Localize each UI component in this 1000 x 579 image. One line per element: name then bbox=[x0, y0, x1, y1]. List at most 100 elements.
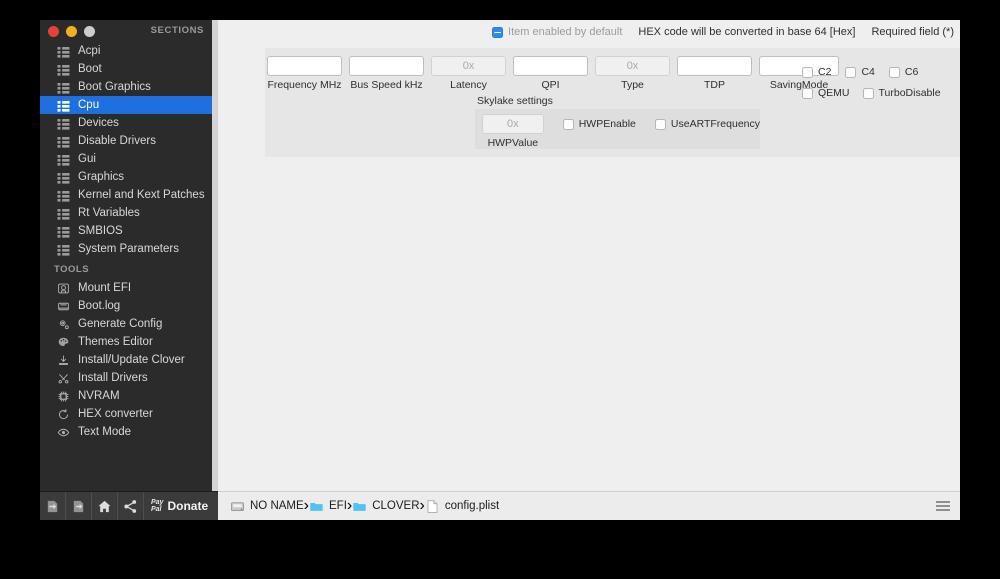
list-icon bbox=[57, 136, 69, 148]
close-button[interactable] bbox=[48, 26, 59, 37]
tool-item-generate-config[interactable]: Generate Config bbox=[40, 315, 212, 333]
qemu-checkbox[interactable]: QEMU bbox=[802, 87, 850, 99]
bus-speed-khz-label: Bus Speed kHz bbox=[350, 79, 423, 91]
tool-item-label: Boot.log bbox=[78, 300, 121, 312]
breadcrumb-item-efi[interactable]: EFI bbox=[309, 499, 347, 514]
list-icon bbox=[56, 62, 70, 76]
frequency-mhz-input[interactable] bbox=[267, 56, 342, 76]
tool-item-nvram[interactable]: NVRAM bbox=[40, 387, 212, 405]
sections-header: SECTIONS bbox=[150, 25, 204, 36]
c2-checkbox[interactable]: C2 bbox=[802, 66, 831, 78]
path-bar: NO NAME › EFI › CLOVER › config.plist bbox=[218, 491, 960, 520]
breadcrumb-item-clover[interactable]: CLOVER bbox=[352, 499, 420, 514]
sidebar-item-label: Graphics bbox=[78, 171, 125, 183]
share-button[interactable] bbox=[118, 491, 144, 520]
checkbox-icon bbox=[802, 87, 813, 99]
tool-item-label: Install Drivers bbox=[78, 372, 148, 384]
sidebar-item-label: Gui bbox=[78, 153, 96, 165]
list-icon bbox=[56, 152, 70, 166]
disk-mount-icon bbox=[56, 281, 70, 295]
required-field-note: Required field (*) bbox=[871, 26, 954, 38]
tool-item-hex-converter[interactable]: HEX converter bbox=[40, 405, 212, 423]
frequency-mhz-field: Frequency MHz bbox=[267, 56, 342, 91]
sidebar-item-graphics[interactable]: Graphics bbox=[40, 168, 212, 186]
donate-label: Donate bbox=[167, 499, 209, 513]
type-label: Type bbox=[621, 79, 644, 91]
tool-item-boot-log[interactable]: Boot.log bbox=[40, 297, 212, 315]
chip-icon bbox=[58, 391, 68, 401]
item-enabled-by-default-label: Item enabled by default bbox=[508, 26, 623, 38]
sidebar-item-devices[interactable]: Devices bbox=[40, 114, 212, 132]
sidebar-item-boot[interactable]: Boot bbox=[40, 60, 212, 78]
hwpvalue-label: HWPValue bbox=[487, 137, 539, 149]
titlebar: SECTIONS bbox=[40, 20, 212, 42]
sidebar-item-boot-graphics[interactable]: Boot Graphics bbox=[40, 78, 212, 96]
breadcrumb-item-config-plist[interactable]: config.plist bbox=[425, 499, 499, 514]
clover-configurator-window: SECTIONS Acpi Boot Boot Graphics Cpu Devices… bbox=[40, 20, 960, 520]
file-icon bbox=[427, 499, 438, 513]
hwpvalue-input[interactable] bbox=[482, 114, 544, 134]
sidebar-item-cpu[interactable]: Cpu bbox=[40, 96, 212, 114]
tool-item-text-mode[interactable]: Text Mode bbox=[40, 423, 212, 441]
export-button[interactable] bbox=[66, 491, 92, 520]
sidebar-item-acpi[interactable]: Acpi bbox=[40, 42, 212, 60]
sidebar-item-label: Cpu bbox=[78, 99, 100, 111]
minimize-button[interactable] bbox=[66, 26, 77, 37]
refresh-icon bbox=[56, 407, 70, 421]
list-icon bbox=[56, 170, 70, 184]
list-icon bbox=[56, 116, 70, 130]
checkbox-icon bbox=[562, 118, 574, 130]
log-file-icon bbox=[56, 299, 70, 313]
tool-item-label: Themes Editor bbox=[78, 336, 153, 348]
list-icon bbox=[57, 82, 69, 94]
tool-item-label: Generate Config bbox=[78, 318, 163, 330]
tool-item-install-drivers[interactable]: Install Drivers bbox=[40, 369, 212, 387]
qpi-input[interactable] bbox=[513, 56, 588, 76]
donate-button[interactable]: Pay Pal Donate bbox=[144, 492, 214, 521]
disk-mount-icon bbox=[57, 283, 69, 293]
sidebar-item-rt-variables[interactable]: Rt Variables bbox=[40, 204, 212, 222]
tool-item-install-update-clover[interactable]: Install/Update Clover bbox=[40, 351, 212, 369]
c6-checkbox[interactable]: C6 bbox=[888, 66, 918, 78]
latency-input[interactable] bbox=[431, 56, 506, 76]
useartfrequency-checkbox[interactable]: UseARTFrequency bbox=[654, 118, 760, 130]
sidebar-item-gui[interactable]: Gui bbox=[40, 150, 212, 168]
tdp-label: TDP bbox=[704, 79, 725, 91]
hamburger-icon[interactable] bbox=[936, 501, 950, 511]
home-button[interactable] bbox=[92, 491, 118, 520]
sidebar-item-label: System Parameters bbox=[78, 243, 179, 255]
tool-item-themes-editor[interactable]: Themes Editor bbox=[40, 333, 212, 351]
tdp-input[interactable] bbox=[677, 56, 752, 76]
item-enabled-by-default-legend: Item enabled by default bbox=[492, 26, 622, 38]
tools-list: Mount EFI Boot.log Generate Config Theme… bbox=[40, 279, 212, 441]
sidebar-item-kernel-and-kext-patches[interactable]: Kernel and Kext Patches bbox=[40, 186, 212, 204]
import-icon bbox=[47, 500, 58, 512]
useartfrequency-label: UseARTFrequency bbox=[670, 118, 760, 130]
paypal-logo: Pay Pal bbox=[151, 499, 163, 513]
tool-item-mount-efi[interactable]: Mount EFI bbox=[40, 279, 212, 297]
bus-speed-khz-input[interactable] bbox=[349, 56, 424, 76]
import-button[interactable] bbox=[40, 491, 66, 520]
type-field: Type bbox=[595, 56, 670, 91]
sidebar-item-system-parameters[interactable]: System Parameters bbox=[40, 240, 212, 258]
sidebar-bottom-toolbar: Pay Pal Donate bbox=[40, 491, 218, 520]
list-icon bbox=[56, 242, 70, 256]
list-icon bbox=[56, 44, 70, 58]
checkbox-icon bbox=[802, 66, 813, 78]
download-icon bbox=[58, 355, 68, 365]
tools-icon bbox=[56, 371, 70, 385]
latency-label: Latency bbox=[450, 79, 487, 91]
tool-item-label: Install/Update Clover bbox=[78, 354, 185, 366]
qpi-label: QPI bbox=[541, 79, 560, 91]
list-icon bbox=[57, 100, 69, 112]
c4-checkbox[interactable]: C4 bbox=[845, 66, 875, 78]
list-icon bbox=[57, 226, 69, 238]
sidebar-item-disable-drivers[interactable]: Disable Drivers bbox=[40, 132, 212, 150]
breadcrumb-item-no-name[interactable]: NO NAME bbox=[230, 499, 304, 514]
checkbox-icon bbox=[654, 118, 666, 130]
turbo-disable-checkbox[interactable]: TurboDisable bbox=[862, 87, 941, 99]
sidebar-item-label: Boot bbox=[78, 63, 102, 75]
type-input[interactable] bbox=[595, 56, 670, 76]
sidebar-item-smbios[interactable]: SMBIOS bbox=[40, 222, 212, 240]
hwpenable-checkbox[interactable]: HWPEnable bbox=[562, 118, 636, 130]
